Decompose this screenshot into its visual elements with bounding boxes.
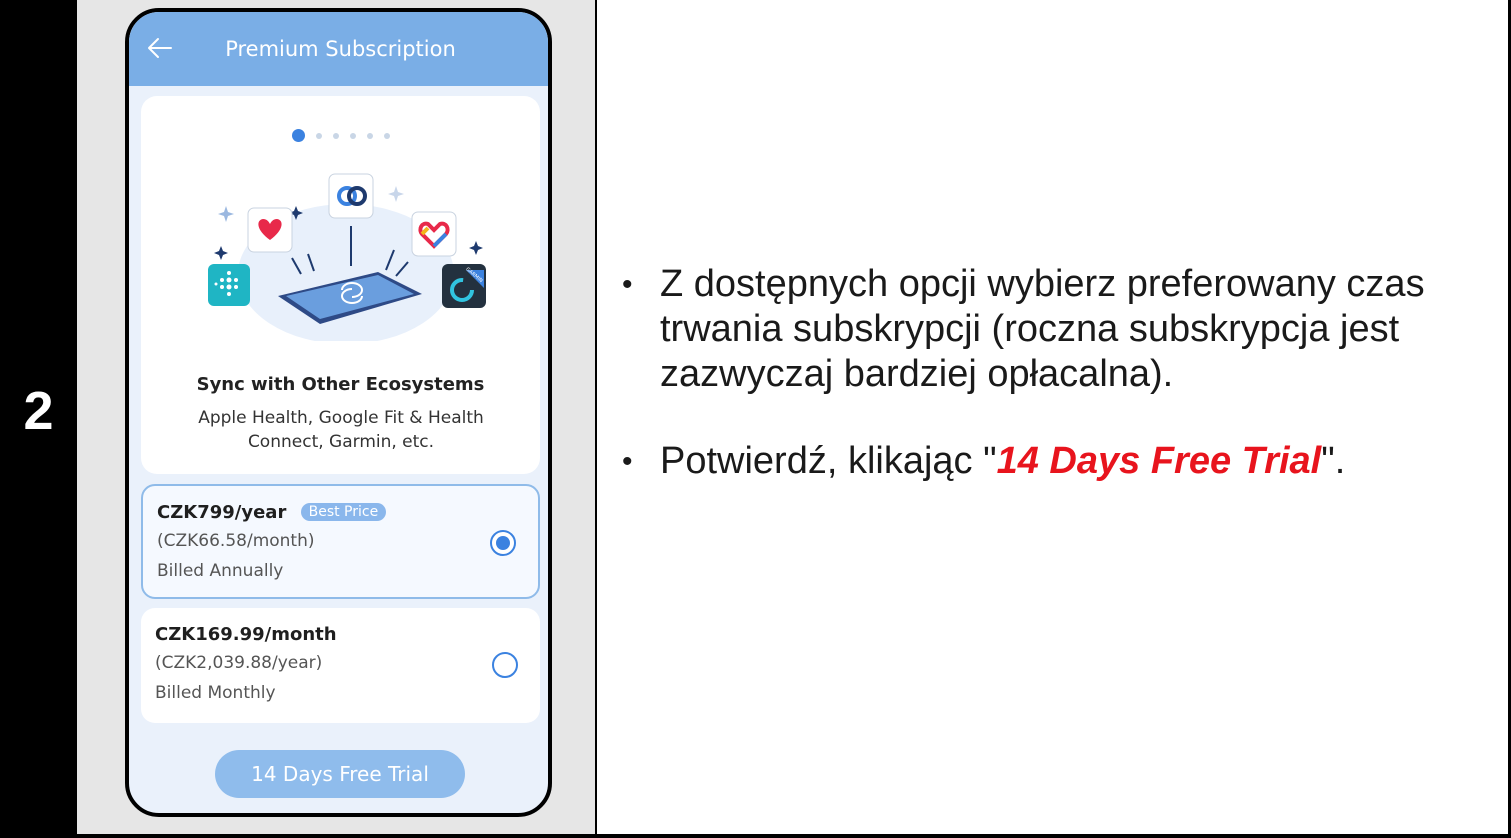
instruction-list: • Z dostępnych opcji wybierz preferowany…: [620, 262, 1490, 484]
app-header: Premium Subscription: [129, 12, 548, 86]
plan-price: CZK799/year Best Price: [157, 502, 387, 523]
phone-screen: Premium Subscription GARMIN Sync with Ot…: [125, 8, 552, 817]
instruction-emphasis: 14 Days Free Trial: [996, 440, 1322, 482]
plan-per-month: (CZK66.58/month): [157, 531, 315, 551]
fitbit-icon: [208, 264, 250, 306]
feature-description: Apple Health, Google Fit & Health Connec…: [198, 408, 484, 452]
carousel-dot[interactable]: [366, 132, 373, 139]
instruction-text-after: ".: [1321, 440, 1346, 482]
carousel-dots: [141, 129, 540, 142]
instruction-text: Z dostępnych opcji wybierz preferowany c…: [660, 263, 1425, 395]
plan-price-label: CZK799/year: [157, 502, 287, 523]
plan-yearly-radio[interactable]: [490, 530, 516, 556]
instruction-item: • Potwierdź, klikając "14 Days Free Tria…: [620, 439, 1490, 484]
bullet: •: [622, 445, 633, 478]
feature-carousel[interactable]: GARMIN Sync with Other Ecosystems Apple …: [141, 96, 540, 474]
free-trial-button[interactable]: 14 Days Free Trial: [215, 750, 465, 798]
plan-billing: Billed Annually: [157, 561, 284, 581]
sync-illustration: GARMIN: [208, 173, 486, 341]
carousel-dot[interactable]: [332, 132, 339, 139]
step-number: 2: [23, 381, 54, 441]
carousel-dot[interactable]: [291, 129, 305, 142]
plan-monthly-radio[interactable]: [492, 652, 518, 678]
google-fit-icon: [411, 211, 457, 257]
carousel-dot[interactable]: [315, 132, 322, 139]
page-title: Premium Subscription: [225, 37, 456, 61]
instruction-text-before: Potwierdź, klikając ": [660, 440, 997, 482]
garmin-icon: GARMIN: [442, 264, 486, 308]
instruction-item: • Z dostępnych opcji wybierz preferowany…: [620, 262, 1490, 397]
plan-price-label: CZK169.99/month: [155, 624, 337, 645]
carousel-dot[interactable]: [349, 132, 356, 139]
health-connect-icon: [328, 173, 374, 219]
feature-title: Sync with Other Ecosystems: [196, 374, 485, 395]
bullet: •: [622, 268, 633, 301]
heart-icon: [247, 207, 293, 253]
plan-per-year: (CZK2,039.88/year): [155, 653, 323, 673]
plan-yearly[interactable]: CZK799/year Best Price (CZK66.58/month) …: [141, 484, 540, 599]
plan-billing: Billed Monthly: [155, 683, 276, 703]
best-price-badge: Best Price: [300, 503, 387, 521]
step-sidebar: 2: [0, 0, 77, 838]
bottom-border: [77, 834, 1511, 838]
carousel-dot[interactable]: [383, 132, 390, 139]
plan-monthly[interactable]: CZK169.99/month (CZK2,039.88/year) Bille…: [141, 608, 540, 723]
